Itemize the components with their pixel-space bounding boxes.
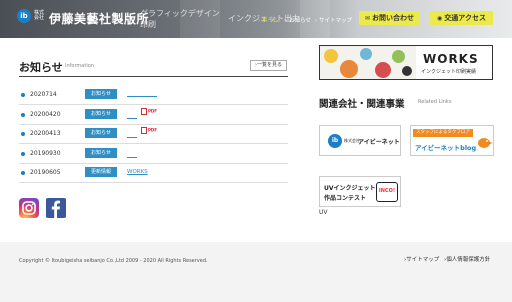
news-category[interactable]: お知らせ: [85, 89, 117, 99]
chevron-right-icon: ›: [285, 18, 287, 24]
ibnet-banner[interactable]: ib 株式会社 アイビーネット: [319, 125, 401, 156]
site-logo[interactable]: 伊藤美藝社製版所: [49, 10, 149, 27]
bullet-icon: [21, 171, 25, 175]
uv-label: UV: [319, 209, 328, 216]
works-artwork: [320, 46, 416, 79]
news-category[interactable]: お知らせ: [85, 128, 117, 138]
news-date: 20190930: [30, 150, 61, 157]
news-category[interactable]: 更新情報: [85, 167, 117, 177]
news-link[interactable]: [127, 118, 137, 119]
contest-line1: UVインクジェット: [324, 185, 376, 192]
bullet-icon: [21, 152, 25, 156]
news-more-label: 一覧を見る: [256, 62, 282, 68]
bullet-icon: [21, 93, 25, 97]
blog-name: アイビーネットblog: [415, 144, 477, 152]
news-heading: お知らせ: [19, 61, 63, 74]
news-row: 20200413 お知らせ PDF: [19, 125, 288, 144]
footer-link-privacy[interactable]: ›個人情報保護方針: [444, 255, 490, 263]
news-link[interactable]: [127, 137, 137, 138]
footer: [0, 242, 512, 302]
hero-tagline-3: 印刷: [140, 20, 156, 29]
news-link[interactable]: [127, 96, 157, 97]
nav-news[interactable]: › お知らせ: [285, 16, 311, 24]
news-date: 20200413: [30, 130, 61, 137]
news-row: 2020714 お知らせ: [19, 86, 288, 105]
document-icon: [141, 108, 147, 115]
news-divider: [19, 76, 288, 77]
ibnet-logo-icon: ib: [328, 134, 342, 148]
row-divider: [19, 143, 288, 144]
header-hero: ib 株式会社 伊藤美藝社製版所 グラフィックデザイン インクジェット出力 印刷…: [0, 0, 512, 38]
hero-tagline-1: グラフィックデザイン: [140, 9, 220, 18]
uv-contest-banner[interactable]: UVインクジェット 作品コンテスト INCO!: [319, 176, 401, 207]
works-banner[interactable]: WORKS インクジェット印刷実績: [319, 45, 493, 80]
contest-line2: 作品コンテスト: [324, 195, 367, 202]
nav-home-label: ホーム: [262, 18, 279, 24]
bullet-icon: [21, 113, 25, 117]
nav-home[interactable]: › ホーム: [258, 16, 278, 24]
news-date: 20190605: [30, 169, 61, 176]
news-subheading: Information: [65, 63, 94, 69]
pdf-icon[interactable]: PDF: [141, 108, 157, 115]
row-divider: [19, 182, 288, 183]
pdf-icon[interactable]: PDF: [141, 127, 157, 134]
bird-icon: [478, 138, 493, 148]
access-button[interactable]: ◉ 交通アクセス: [430, 11, 493, 25]
inco-badge: INCO!: [376, 182, 398, 202]
nav-sitemap-label: サイトマップ: [319, 18, 353, 24]
blog-ribbon: スタッフによるタクフロア: [413, 129, 473, 137]
ibnet-blog-banner[interactable]: スタッフによるタクフロア アイビーネットblog: [410, 125, 494, 156]
instagram-icon[interactable]: [19, 198, 39, 218]
news-date: 2020714: [30, 91, 57, 98]
document-icon: [141, 127, 147, 134]
logo-icon[interactable]: ib: [17, 9, 31, 23]
news-date: 20200420: [30, 111, 61, 118]
news-category[interactable]: お知らせ: [85, 148, 117, 158]
news-row: 20190930 お知らせ: [19, 145, 288, 164]
facebook-icon[interactable]: [46, 198, 66, 218]
footer-link-sitemap[interactable]: ›サイトマップ: [404, 255, 439, 263]
chevron-right-icon: ›: [258, 18, 260, 24]
bullet-icon: [21, 132, 25, 136]
chevron-right-icon: ›: [315, 18, 317, 24]
works-subtitle: インクジェット印刷実績: [421, 69, 477, 75]
pdf-label: PDF: [148, 108, 157, 114]
news-category[interactable]: お知らせ: [85, 109, 117, 119]
nav-sitemap[interactable]: › サイトマップ: [315, 16, 352, 24]
mail-icon: ✉: [364, 15, 371, 22]
contact-label: お問い合わせ: [372, 14, 415, 22]
footer-privacy-label: 個人情報保護方針: [446, 257, 491, 263]
news-link[interactable]: [127, 157, 137, 158]
news-more-button[interactable]: ›一覧を見る: [250, 60, 287, 71]
page: ib 株式会社 伊藤美藝社製版所 グラフィックデザイン インクジェット出力 印刷…: [0, 0, 512, 302]
logo-sub: 株式会社: [34, 10, 45, 21]
row-divider: [19, 104, 288, 105]
map-pin-icon: ◉: [437, 15, 443, 22]
nav-news-label: お知らせ: [289, 18, 311, 24]
footer-sitemap-label: サイトマップ: [406, 257, 440, 263]
works-title: WORKS: [423, 52, 479, 66]
related-heading: 関連会社・関連事業: [319, 99, 405, 110]
contact-button[interactable]: ✉ お問い合わせ: [359, 11, 420, 25]
pdf-label: PDF: [148, 127, 157, 133]
news-row: 20200420 お知らせ PDF: [19, 106, 288, 125]
related-subheading: Related Links: [418, 99, 452, 105]
news-row: 20190605 更新情報 WORKS: [19, 164, 288, 183]
ibnet-name: アイビーネット: [358, 139, 400, 146]
copyright: Copyright © Itoubigeisha seibanjo Co.,Lt…: [19, 258, 208, 264]
news-link[interactable]: WORKS: [127, 169, 148, 175]
access-label: 交通アクセス: [444, 14, 486, 22]
